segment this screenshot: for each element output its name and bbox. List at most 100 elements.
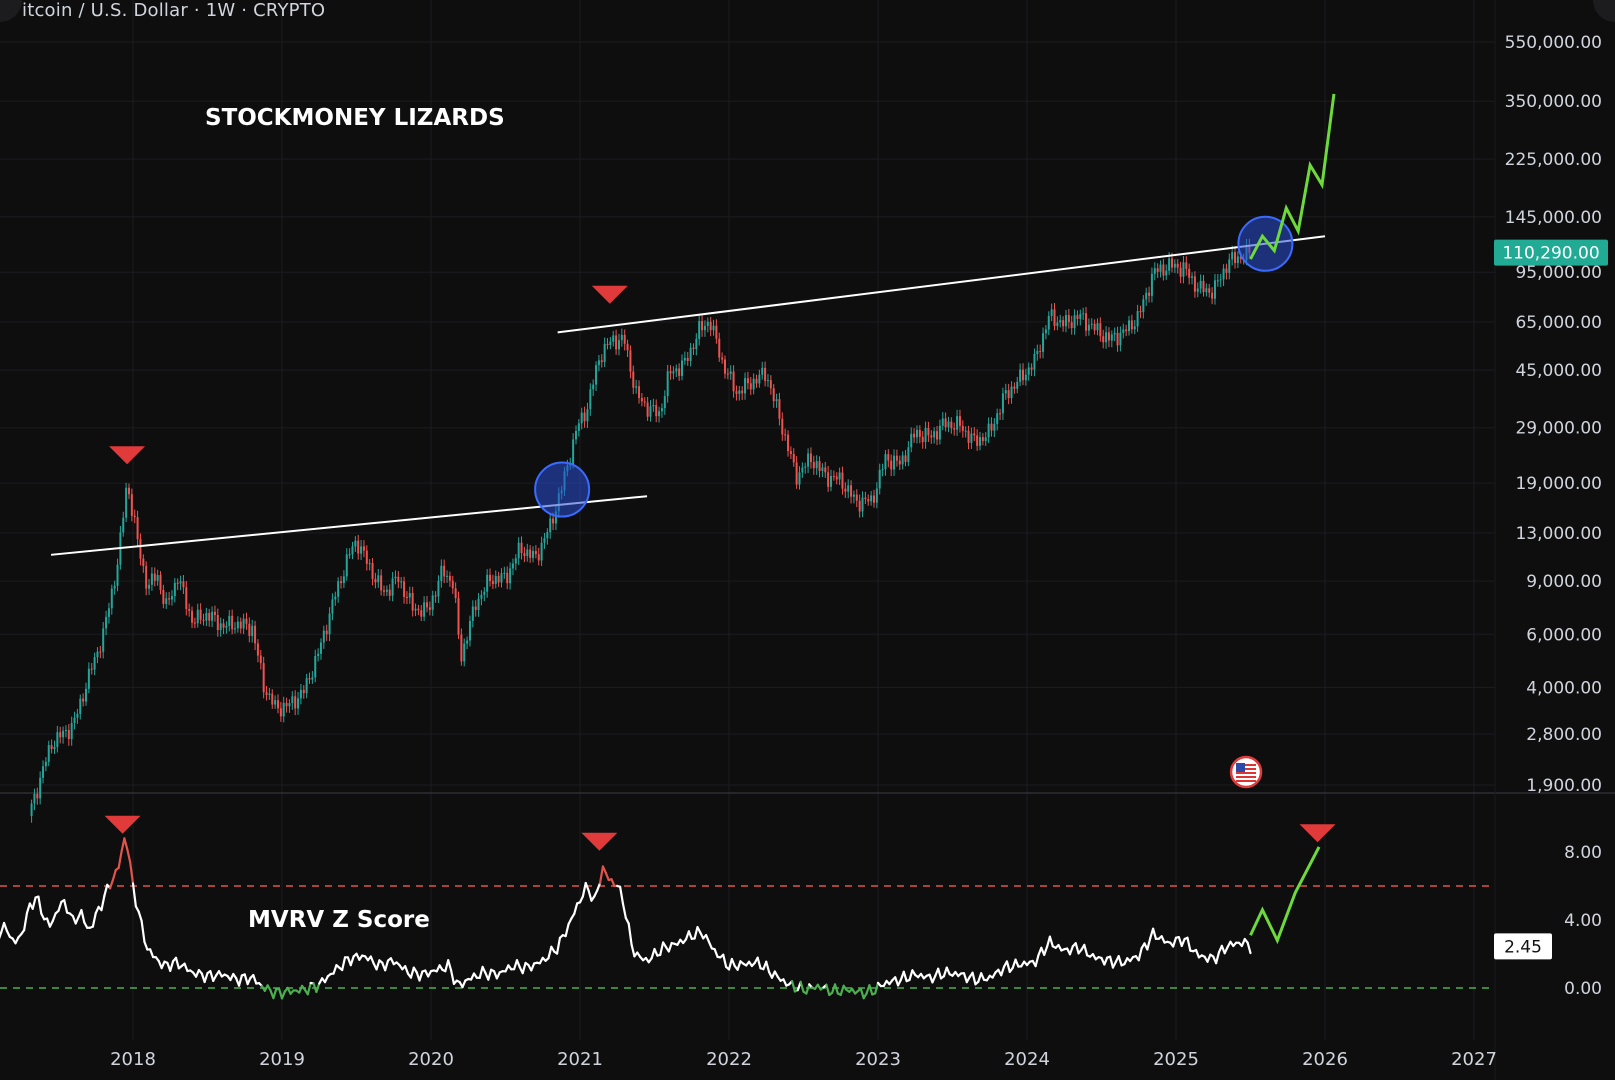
candle-body[interactable] <box>145 566 148 589</box>
candle-body[interactable] <box>961 425 964 431</box>
candle-body[interactable] <box>1004 390 1007 394</box>
candle-body[interactable] <box>208 612 211 621</box>
breakout-circle[interactable] <box>534 461 591 518</box>
candle-body[interactable] <box>408 593 411 598</box>
time-tick-label[interactable]: 2020 <box>408 1049 454 1070</box>
candle-body[interactable] <box>1067 315 1070 323</box>
candle-body[interactable] <box>595 365 598 385</box>
candle-body[interactable] <box>56 732 59 747</box>
candle-body[interactable] <box>781 418 784 435</box>
candle-body[interactable] <box>1053 309 1056 326</box>
candle-body[interactable] <box>173 582 176 597</box>
candle-body[interactable] <box>337 581 340 597</box>
candle-body[interactable] <box>1219 279 1222 281</box>
candle-body[interactable] <box>990 423 993 431</box>
candle-body[interactable] <box>1019 369 1022 382</box>
candle-body[interactable] <box>703 325 706 331</box>
time-tick-label[interactable]: 2023 <box>855 1049 901 1070</box>
candle-body[interactable] <box>801 467 804 473</box>
candle-body[interactable] <box>615 335 618 350</box>
candle-body[interactable] <box>695 338 698 349</box>
candle-body[interactable] <box>1139 311 1142 313</box>
candle-body[interactable] <box>827 472 830 487</box>
candle-body[interactable] <box>792 453 795 463</box>
candle-body[interactable] <box>50 745 53 750</box>
candle-body[interactable] <box>448 575 451 581</box>
candle-body[interactable] <box>380 575 383 591</box>
candle-body[interactable] <box>999 413 1002 415</box>
candle-body[interactable] <box>729 371 732 374</box>
candle-body[interactable] <box>503 572 506 574</box>
candle-body[interactable] <box>543 538 546 543</box>
candle-body[interactable] <box>1199 280 1202 289</box>
candle-body[interactable] <box>331 599 334 614</box>
candle-body[interactable] <box>1059 320 1062 323</box>
candle-body[interactable] <box>259 655 262 664</box>
candle-body[interactable] <box>328 613 331 635</box>
candle-body[interactable] <box>890 460 893 470</box>
candle-body[interactable] <box>1170 258 1173 268</box>
candle-body[interactable] <box>1056 322 1059 326</box>
candle-body[interactable] <box>62 730 65 738</box>
candle-body[interactable] <box>956 416 959 430</box>
candle-body[interactable] <box>838 472 841 480</box>
candle-body[interactable] <box>574 430 577 440</box>
candle-body[interactable] <box>635 386 638 388</box>
candle-body[interactable] <box>537 554 540 561</box>
candle-body[interactable] <box>477 598 480 611</box>
time-tick-label[interactable]: 2025 <box>1153 1049 1199 1070</box>
candle-body[interactable] <box>468 620 471 641</box>
candle-body[interactable] <box>984 437 987 442</box>
candle-body[interactable] <box>784 434 787 436</box>
candle-body[interactable] <box>749 383 752 390</box>
candle-body[interactable] <box>855 494 858 501</box>
candle-body[interactable] <box>620 334 623 341</box>
candle-body[interactable] <box>918 429 921 437</box>
candle-body[interactable] <box>271 693 274 705</box>
candle-body[interactable] <box>1113 332 1116 335</box>
candle-body[interactable] <box>735 391 738 394</box>
candle-body[interactable] <box>1125 329 1128 332</box>
candle-body[interactable] <box>847 485 850 492</box>
candle-body[interactable] <box>1202 280 1205 293</box>
candle-body[interactable] <box>640 398 643 402</box>
candle-body[interactable] <box>1039 350 1042 352</box>
candle-body[interactable] <box>245 618 248 624</box>
candle-body[interactable] <box>712 325 715 331</box>
candle-body[interactable] <box>523 553 526 557</box>
candle-body[interactable] <box>36 793 39 799</box>
candle-body[interactable] <box>82 698 85 702</box>
candle-body[interactable] <box>1179 267 1182 277</box>
candle-body[interactable] <box>196 609 199 624</box>
candle-body[interactable] <box>1013 386 1016 389</box>
candle-body[interactable] <box>835 476 838 480</box>
candle-body[interactable] <box>1021 369 1024 381</box>
candle-body[interactable] <box>858 500 861 512</box>
candle-body[interactable] <box>87 668 90 689</box>
candle-body[interactable] <box>506 572 509 584</box>
candle-body[interactable] <box>156 575 159 581</box>
candle-body[interactable] <box>921 436 924 443</box>
candle-body[interactable] <box>489 574 492 581</box>
candle-body[interactable] <box>603 343 606 363</box>
time-tick-label[interactable]: 2027 <box>1451 1049 1497 1070</box>
candle-body[interactable] <box>850 485 853 497</box>
candle-body[interactable] <box>973 433 976 436</box>
candle-body[interactable] <box>368 563 371 565</box>
candle-body[interactable] <box>953 428 956 430</box>
candle-body[interactable] <box>540 542 543 561</box>
candle-body[interactable] <box>1136 311 1139 327</box>
candle-body[interactable] <box>798 472 801 485</box>
candle-body[interactable] <box>1145 292 1148 300</box>
candle-body[interactable] <box>683 357 686 361</box>
candle-body[interactable] <box>291 696 294 704</box>
price-tick-label[interactable]: 350,000.00 <box>1505 92 1602 112</box>
candle-body[interactable] <box>391 578 394 596</box>
candle-body[interactable] <box>110 588 113 609</box>
candle-body[interactable] <box>1191 276 1194 278</box>
price-tick-label[interactable]: 1,900.00 <box>1526 776 1602 796</box>
candle-body[interactable] <box>1205 288 1208 293</box>
candle-body[interactable] <box>1090 323 1093 325</box>
candle-body[interactable] <box>775 399 778 402</box>
candle-body[interactable] <box>231 615 234 630</box>
